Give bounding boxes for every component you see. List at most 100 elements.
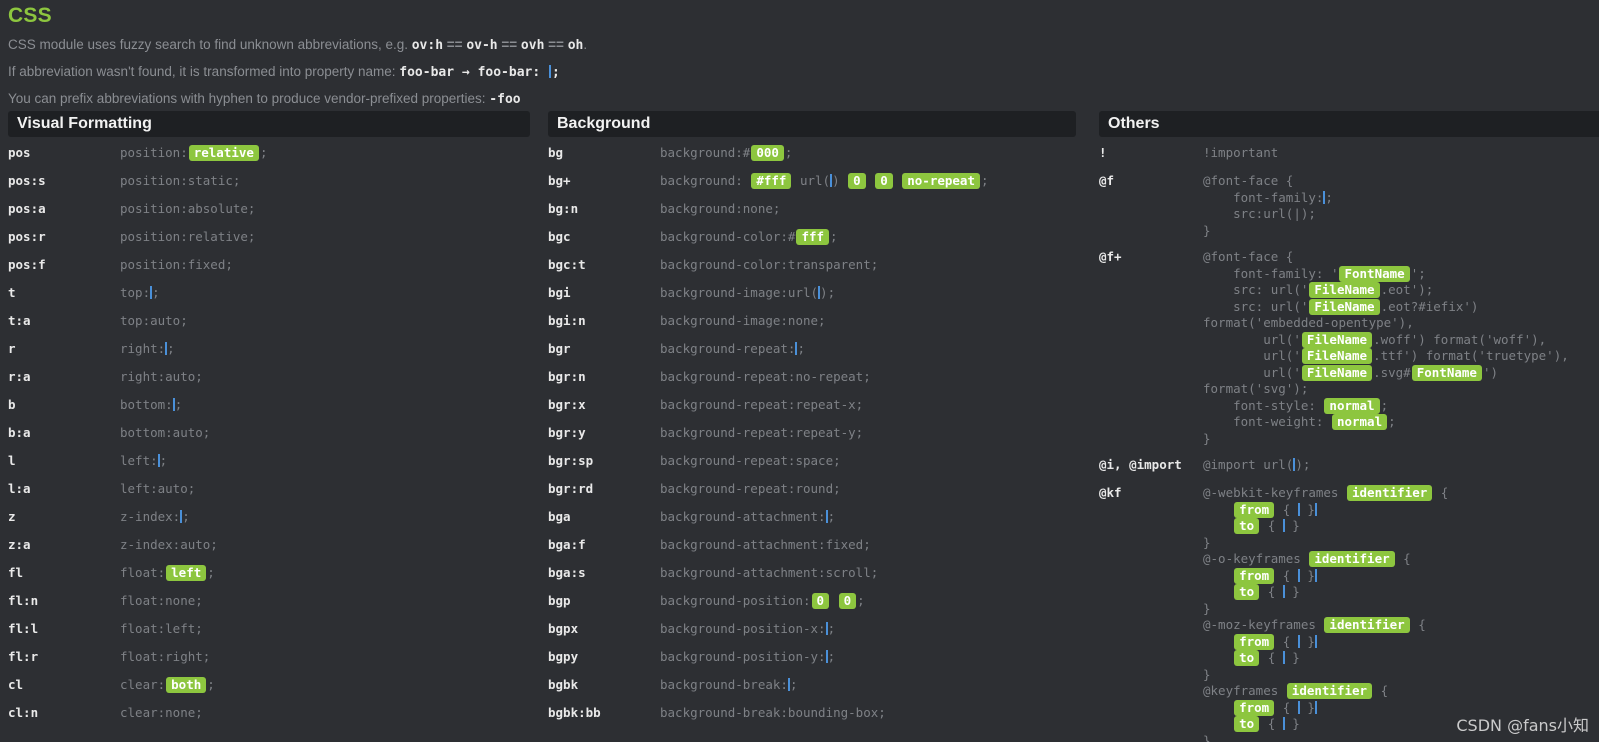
abbreviation-row: bgp background-position: 0 0; [548, 587, 1085, 615]
placeholder-pill: 0 [811, 593, 830, 609]
text-cursor-icon [1282, 651, 1285, 664]
text-cursor-icon [1282, 585, 1285, 598]
text-cursor-icon [1314, 502, 1317, 516]
intro-abbr-ov-dash-h: ov-h [466, 38, 498, 53]
abbreviation-row: bgr:rd background-repeat:round; [548, 475, 1085, 503]
abbreviation-expansion: @-webkit-keyframes identifier { from { }… [1203, 485, 1449, 742]
text-cursor-icon [150, 286, 153, 299]
abbreviation-key: cl:n [8, 705, 39, 720]
column-others: Others ! !important @f @font-face { font-fa… [1085, 111, 1599, 742]
abbreviation-row: pos:f position:fixed; [8, 251, 540, 279]
placeholder-pill: from [1234, 567, 1275, 584]
intro-eq-1: == [443, 37, 467, 52]
abbreviation-expansion: background:# 000; [660, 145, 793, 161]
abbreviation-key: fl:n [8, 593, 39, 608]
abbreviation-row: z:a z-index:auto; [8, 531, 540, 559]
text-cursor-icon [172, 398, 175, 411]
abbreviation-key: bgr:x [548, 397, 586, 412]
placeholder-pill: normal [1324, 397, 1380, 414]
text-cursor-icon [1293, 458, 1296, 471]
intro-foo-bar-input: foo-bar [399, 65, 455, 80]
abbreviation-key: r [8, 341, 16, 356]
intro-eq-3: == [544, 37, 568, 52]
abbreviation-row: @f @font-face { font-family:; src:url(|);… [1099, 167, 1599, 243]
abbreviation-row: bgi:n background-image:none; [548, 307, 1085, 335]
abbreviation-row: @kf @-webkit-keyframes identifier { from … [1099, 479, 1599, 742]
placeholder-pill: from [1234, 633, 1275, 650]
abbreviation-expansion: bottom:; [120, 397, 183, 412]
text-cursor-icon [795, 342, 798, 355]
abbreviation-expansion: @font-face { font-family: ' FontName '; sr… [1203, 249, 1569, 446]
abbreviation-row: l left:; [8, 447, 540, 475]
abbreviation-row: bgpx background-position-x:; [548, 615, 1085, 643]
abbreviation-expansion: background:none; [660, 201, 781, 216]
abbreviation-expansion: right:; [120, 341, 175, 356]
abbreviation-key: z:a [8, 537, 31, 552]
placeholder-pill: 0 [838, 593, 857, 609]
intro-line-2: If abbreviation wasn't found, it is tran… [8, 59, 1591, 86]
column-header-background: Background [548, 111, 1076, 137]
placeholder-pill: #fff [751, 173, 792, 189]
abbreviation-key: pos:s [8, 173, 46, 188]
abbreviation-key: bgc:t [548, 257, 586, 272]
placeholder-pill: FileName [1309, 282, 1380, 298]
abbreviation-key: bgi [548, 285, 571, 300]
abbreviation-expansion: background-attachment:fixed; [660, 537, 871, 552]
abbreviation-expansion: background-image:url(); [660, 285, 836, 300]
abbreviation-key: b:a [8, 425, 31, 440]
abbreviation-row: t top:; [8, 279, 540, 307]
placeholder-pill: to [1234, 716, 1260, 732]
abbreviation-expansion: background-break:; [660, 677, 798, 692]
abbreviation-row: r:a right:auto; [8, 363, 540, 391]
abbreviation-expansion: bottom:auto; [120, 425, 211, 440]
intro-foo-bar-output: foo-bar: [477, 65, 549, 80]
abbreviation-key: @i, @import [1099, 457, 1182, 472]
abbreviation-row: bg:n background:none; [548, 195, 1085, 223]
placeholder-pill: from [1234, 501, 1275, 518]
abbreviation-key: t:a [8, 313, 31, 328]
abbreviation-expansion: background-repeat:repeat-y; [660, 425, 864, 440]
abbreviation-expansion: float:none; [120, 593, 203, 608]
abbreviation-key: bgr:n [548, 369, 586, 384]
text-cursor-icon [1297, 700, 1300, 714]
abbreviation-row: fl:l float:left; [8, 615, 540, 643]
intro-line-1-pre: CSS module uses fuzzy search to find unk… [8, 37, 412, 52]
abbreviation-key: bg:n [548, 201, 579, 216]
placeholder-pill: FileName [1301, 348, 1373, 364]
abbreviation-key: bgp [548, 593, 571, 608]
abbreviation-row: l:a left:auto; [8, 475, 540, 503]
intro-section: CSS CSS module uses fuzzy search to find… [0, 0, 1599, 113]
abbreviation-key: bgr:y [548, 425, 586, 440]
abbreviation-key: bgbk [548, 677, 579, 692]
placeholder-pill: normal [1331, 414, 1388, 430]
placeholder-pill: 000 [751, 145, 784, 161]
placeholder-pill: no-repeat [902, 173, 980, 189]
rows-others: ! !important @f @font-face { font-family:; … [1099, 139, 1599, 742]
abbreviation-row: r right:; [8, 335, 540, 363]
text-cursor-icon [1282, 717, 1285, 730]
abbreviation-row: b:a bottom:auto; [8, 419, 540, 447]
placeholder-pill: 0 [848, 173, 866, 189]
abbreviation-row: bga:s background-attachment:scroll; [548, 559, 1085, 587]
abbreviation-expansion: background-repeat:round; [660, 481, 841, 496]
column-header-others: Others [1099, 111, 1599, 137]
text-cursor-icon [1282, 519, 1285, 532]
intro-arrow: → [454, 65, 478, 80]
placeholder-pill: FontName [1411, 364, 1482, 381]
abbreviation-expansion: position:absolute; [120, 201, 256, 216]
rows-visual-formatting: pos position: relative; pos:s position:stati… [8, 139, 540, 727]
placeholder-pill: from [1234, 699, 1275, 716]
text-cursor-icon [825, 510, 828, 523]
abbreviation-key: fl:l [8, 621, 39, 636]
abbreviation-row: bgi background-image:url(); [548, 279, 1085, 307]
abbreviation-row: cl clear: both; [8, 671, 540, 699]
text-cursor-icon [1297, 634, 1300, 648]
abbreviation-expansion: clear:none; [120, 705, 203, 720]
text-cursor-icon [825, 650, 828, 663]
abbreviation-key: bgpx [548, 621, 579, 636]
abbreviation-expansion: background-position: 0 0; [660, 593, 865, 609]
abbreviation-expansion: position:relative; [120, 145, 268, 161]
placeholder-pill: fff [796, 229, 830, 245]
abbreviation-expansion: clear: both; [120, 677, 215, 693]
abbreviation-key: z [8, 509, 16, 524]
